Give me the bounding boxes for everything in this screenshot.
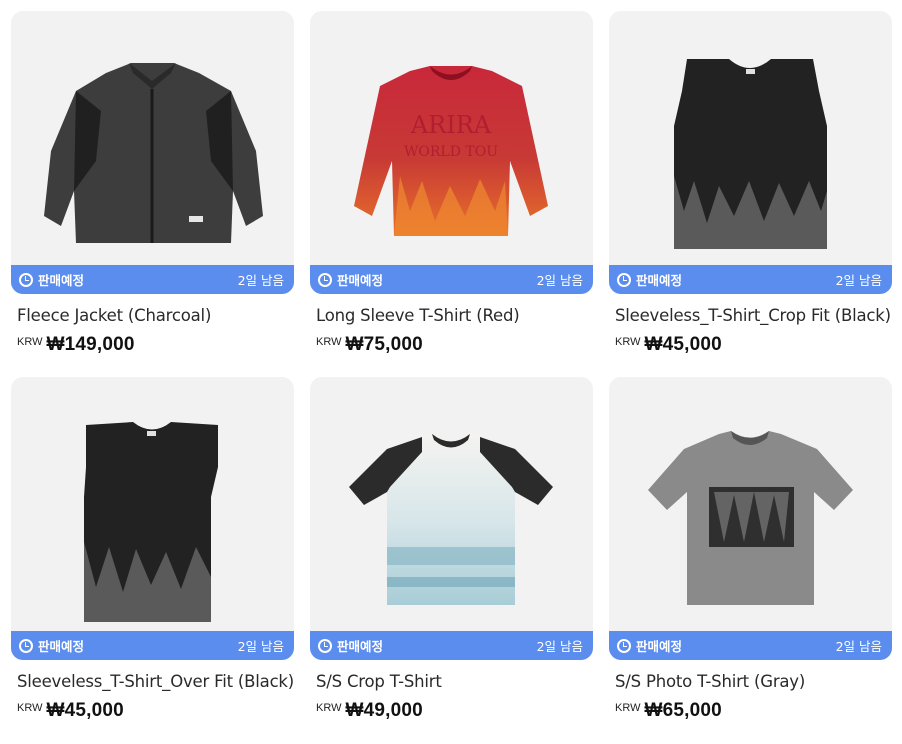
product-card[interactable]: 판매예정 2일 남음 Fleece Jacket (Charcoal) KRW … bbox=[11, 11, 294, 356]
status-badge: 판매예정 2일 남음 bbox=[609, 631, 892, 660]
remaining-days: 2일 남음 bbox=[835, 273, 882, 288]
product-price: KRW ₩75,000 bbox=[316, 334, 593, 356]
product-image[interactable]: 판매예정 2일 남음 bbox=[11, 377, 294, 660]
status-badge: 판매예정 2일 남음 bbox=[310, 265, 593, 294]
currency-label: KRW bbox=[316, 336, 342, 348]
product-card[interactable]: 판매예정 2일 남음 S/S Crop T-Shirt KRW ₩49,000 bbox=[310, 377, 593, 722]
status-label: 판매예정 bbox=[38, 639, 85, 654]
remaining-days: 2일 남음 bbox=[237, 273, 284, 288]
svg-text:ARIRA: ARIRA bbox=[410, 111, 492, 139]
product-image[interactable]: 판매예정 2일 남음 bbox=[609, 11, 892, 294]
clock-icon bbox=[19, 638, 33, 653]
product-name[interactable]: S/S Crop T-Shirt bbox=[316, 672, 593, 691]
product-name[interactable]: Sleeveless_T-Shirt_Crop Fit (Black) bbox=[615, 306, 892, 325]
sleeveless-over-black-image bbox=[84, 422, 218, 622]
ss-crop-tshirt-image bbox=[349, 434, 553, 605]
currency-label: KRW bbox=[615, 336, 641, 348]
status-badge: 판매예정 2일 남음 bbox=[609, 265, 892, 294]
status-label: 판매예정 bbox=[337, 639, 384, 654]
price-amount: ₩49,000 bbox=[345, 700, 423, 721]
currency-label: KRW bbox=[615, 702, 641, 714]
product-card[interactable]: 판매예정 2일 남음 Sleeveless_T-Shirt_Over Fit (… bbox=[11, 377, 294, 722]
status-badge: 판매예정 2일 남음 bbox=[310, 631, 593, 660]
product-price: KRW ₩149,000 bbox=[17, 334, 294, 356]
status-label: 판매예정 bbox=[636, 639, 683, 654]
product-card[interactable]: 판매예정 2일 남음 S/S Photo T-Shirt (Gray) KRW … bbox=[609, 377, 892, 722]
price-amount: ₩45,000 bbox=[46, 700, 124, 721]
currency-label: KRW bbox=[316, 702, 342, 714]
status-label: 판매예정 bbox=[636, 273, 683, 288]
remaining-days: 2일 남음 bbox=[237, 639, 284, 654]
price-amount: ₩75,000 bbox=[345, 334, 423, 355]
product-card[interactable]: ARIRA WORLD TOU 판매예정 2일 남음 Long Sleeve T… bbox=[310, 11, 593, 356]
remaining-days: 2일 남음 bbox=[536, 273, 583, 288]
product-price: KRW ₩45,000 bbox=[615, 334, 892, 356]
price-amount: ₩65,000 bbox=[644, 700, 722, 721]
clock-icon bbox=[19, 272, 33, 287]
currency-label: KRW bbox=[17, 336, 43, 348]
status-badge: 판매예정 2일 남음 bbox=[11, 265, 294, 294]
product-grid: 판매예정 2일 남음 Fleece Jacket (Charcoal) KRW … bbox=[0, 0, 902, 744]
product-name[interactable]: S/S Photo T-Shirt (Gray) bbox=[615, 672, 892, 691]
price-amount: ₩149,000 bbox=[46, 334, 135, 355]
long-sleeve-red-image: ARIRA WORLD TOU bbox=[354, 66, 548, 236]
product-price: KRW ₩45,000 bbox=[17, 700, 294, 722]
svg-text:WORLD TOU: WORLD TOU bbox=[404, 144, 498, 160]
sleeveless-crop-black-image bbox=[674, 59, 827, 249]
clock-icon bbox=[318, 272, 332, 287]
product-image[interactable]: 판매예정 2일 남음 bbox=[310, 377, 593, 660]
product-name[interactable]: Sleeveless_T-Shirt_Over Fit (Black) bbox=[17, 672, 294, 691]
currency-label: KRW bbox=[17, 702, 43, 714]
product-card[interactable]: 판매예정 2일 남음 Sleeveless_T-Shirt_Crop Fit (… bbox=[609, 11, 892, 356]
clock-icon bbox=[318, 638, 332, 653]
status-label: 판매예정 bbox=[337, 273, 384, 288]
product-price: KRW ₩49,000 bbox=[316, 700, 593, 722]
clock-icon bbox=[617, 638, 631, 653]
product-image[interactable]: 판매예정 2일 남음 bbox=[11, 11, 294, 294]
fleece-jacket-image bbox=[44, 63, 263, 243]
clock-icon bbox=[617, 272, 631, 287]
price-amount: ₩45,000 bbox=[644, 334, 722, 355]
product-image[interactable]: ARIRA WORLD TOU 판매예정 2일 남음 bbox=[310, 11, 593, 294]
product-image[interactable]: 판매예정 2일 남음 bbox=[609, 377, 892, 660]
remaining-days: 2일 남음 bbox=[835, 639, 882, 654]
remaining-days: 2일 남음 bbox=[536, 639, 583, 654]
ss-photo-gray-image bbox=[648, 431, 853, 605]
product-name[interactable]: Fleece Jacket (Charcoal) bbox=[17, 306, 294, 325]
product-name[interactable]: Long Sleeve T-Shirt (Red) bbox=[316, 306, 593, 325]
product-price: KRW ₩65,000 bbox=[615, 700, 892, 722]
status-badge: 판매예정 2일 남음 bbox=[11, 631, 294, 660]
status-label: 판매예정 bbox=[38, 273, 85, 288]
